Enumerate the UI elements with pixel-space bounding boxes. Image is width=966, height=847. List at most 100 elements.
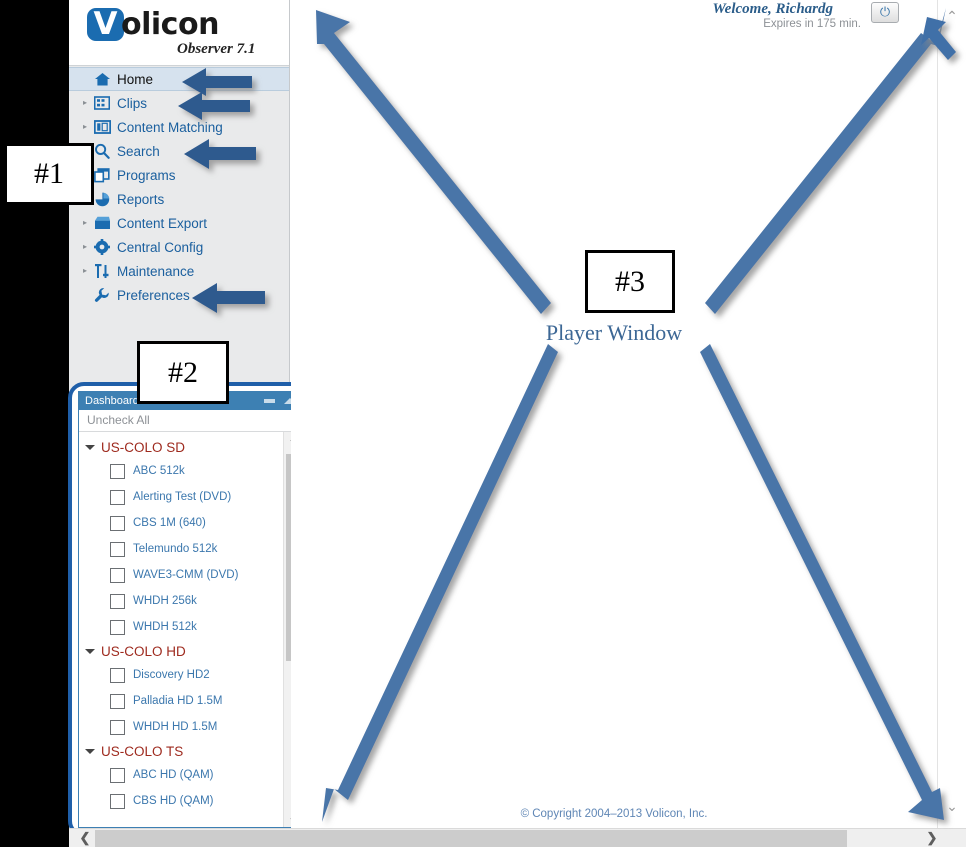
channel-row[interactable]: Palladia HD 1.5M <box>79 688 275 714</box>
channel-checkbox[interactable] <box>110 667 125 683</box>
sidebar-item-label: Clips <box>117 95 148 111</box>
chevron-left-icon[interactable]: ❮ <box>73 829 97 847</box>
brand-logo: V olicon Observer 7.1 <box>87 6 277 57</box>
channel-checkbox[interactable] <box>110 793 125 809</box>
channel-group-header[interactable]: US-COLO HD <box>79 640 275 662</box>
sliders-icon <box>91 261 113 281</box>
sidebar-item-label: Content Matching <box>117 119 223 135</box>
sidebar-item-label: Home <box>117 71 154 87</box>
callout-badge-2: #2 <box>137 341 229 404</box>
expand-triangle-icon[interactable]: ▸ <box>79 217 91 229</box>
brand-name-text: olicon <box>121 7 219 42</box>
copyright-notice: © Copyright 2004–2013 Volicon, Inc. <box>520 808 708 820</box>
brand-logo-area: V olicon Observer 7.1 <box>69 0 289 66</box>
minimize-icon[interactable] <box>264 399 275 403</box>
sidebar-item-maintenance[interactable]: ▸ Maintenance <box>69 259 289 283</box>
channel-row[interactable]: ABC 512k <box>79 458 275 484</box>
chevron-up-icon[interactable]: ⌃ <box>938 6 966 26</box>
volicon-v-mark: V <box>87 8 124 41</box>
channel-group-label: US-COLO HD <box>101 643 186 659</box>
channel-checkbox[interactable] <box>110 463 125 479</box>
sidebar-item-preferences[interactable]: Preferences <box>69 283 289 307</box>
expand-triangle-icon[interactable]: ▸ <box>79 265 91 277</box>
sidebar-item-clips[interactable]: ▸ Clips <box>69 91 289 115</box>
sidebar-item-label: Reports <box>117 191 165 207</box>
channel-row[interactable]: ABC HD (QAM) <box>79 762 275 788</box>
chevron-right-icon[interactable]: ❯ <box>920 829 944 847</box>
sidebar-item-programs[interactable]: Programs <box>69 163 289 187</box>
power-icon[interactable]: ⏻ <box>871 2 899 23</box>
channel-row[interactable]: CBS 1M (640) <box>79 510 275 536</box>
channel-row[interactable]: WHDH HD 1.5M <box>79 714 275 740</box>
channel-label: Telemundo 512k <box>133 543 218 555</box>
channel-row[interactable]: Telemundo 512k <box>79 536 275 562</box>
scrollbar-corner <box>946 829 966 847</box>
page-vertical-scrollbar[interactable]: ⌃ ⌄ <box>937 0 966 828</box>
channel-group-header[interactable]: US-COLO SD <box>79 436 275 458</box>
channel-checkbox[interactable] <box>110 767 125 783</box>
dashboard-panel: Dashboard Uncheck All US-COLO SD ABC 512k… <box>68 382 310 837</box>
page-horizontal-scrollbar[interactable]: ❮ ❯ <box>69 828 966 847</box>
main-navigation: Home ▸ Clips ▸ Content Matching Search Program… <box>69 67 289 307</box>
sidebar-item-label: Programs <box>117 167 176 183</box>
channel-row[interactable]: WHDH 256k <box>79 588 275 614</box>
callout-badge-3: #3 <box>585 250 675 313</box>
chevron-down-icon[interactable]: ⌄ <box>938 796 966 816</box>
channel-checkbox[interactable] <box>110 693 125 709</box>
collapse-triangle-icon[interactable] <box>85 748 95 754</box>
dashboard-title-label: Dashboard <box>85 395 139 407</box>
channel-checkbox[interactable] <box>110 719 125 735</box>
sidebar-item-content-matching[interactable]: ▸ Content Matching <box>69 115 289 139</box>
player-window-label: Player Window <box>545 320 683 345</box>
application-window: V olicon Observer 7.1 Home ▸ Clips ▸ Content… <box>0 0 966 847</box>
channel-row[interactable]: WAVE3-CMM (DVD) <box>79 562 275 588</box>
channel-label: WHDH HD 1.5M <box>133 721 218 733</box>
nav-spacer <box>79 73 91 85</box>
sidebar-item-search[interactable]: Search <box>69 139 289 163</box>
sidebar-item-content-export[interactable]: ▸ Content Export <box>69 211 289 235</box>
callout-badge-1: #1 <box>4 143 94 205</box>
channel-checkbox[interactable] <box>110 489 125 505</box>
volicon-v-letter: V <box>93 6 118 42</box>
nav-spacer <box>79 289 91 301</box>
export-clapper-icon <box>91 213 113 233</box>
collapse-triangle-icon[interactable] <box>85 444 95 450</box>
uncheck-all-label[interactable]: Uncheck All <box>79 410 301 431</box>
channel-row[interactable]: WHDH 512k <box>79 614 275 640</box>
sidebar-item-central-config[interactable]: ▸ Central Config <box>69 235 289 259</box>
channel-label: WAVE3-CMM (DVD) <box>133 569 239 581</box>
sidebar-item-reports[interactable]: ▸Reports <box>69 187 289 211</box>
film-strip-icon <box>91 93 113 113</box>
uncheck-all-row[interactable]: Uncheck All <box>79 410 301 432</box>
collapse-triangle-icon[interactable] <box>85 648 95 654</box>
channel-checkbox[interactable] <box>110 515 125 531</box>
sidebar-item-home[interactable]: Home <box>69 67 289 91</box>
dashboard-panel-body: Dashboard Uncheck All US-COLO SD ABC 512k… <box>78 391 302 828</box>
sidebar-item-label: Search <box>117 143 160 159</box>
channel-row[interactable]: CBS HD (QAM) <box>79 788 275 814</box>
channel-checkbox[interactable] <box>110 567 125 583</box>
channel-row[interactable]: Alerting Test (DVD) <box>79 484 275 510</box>
channel-group-label: US-COLO SD <box>101 439 186 455</box>
channel-checkbox[interactable] <box>110 619 125 635</box>
wrench-icon <box>91 285 113 305</box>
sidebar-item-label: Content Export <box>117 215 208 231</box>
pie-chart-icon <box>91 189 113 209</box>
welcome-message: Welcome, Richardg <box>712 1 833 17</box>
channel-label: Alerting Test (DVD) <box>133 491 232 503</box>
sidebar-item-label: Maintenance <box>117 263 195 279</box>
channel-label: Palladia HD 1.5M <box>133 695 223 707</box>
channel-row[interactable]: Discovery HD2 <box>79 662 275 688</box>
channel-checkbox[interactable] <box>110 541 125 557</box>
expand-triangle-icon[interactable]: ▸ <box>79 121 91 133</box>
programs-icon <box>91 165 113 185</box>
session-expiry-label: Expires in 175 min. <box>763 18 861 30</box>
main-content-area: Welcome, Richardg Expires in 175 min. ⏻ … <box>291 0 937 828</box>
channel-label: ABC HD (QAM) <box>133 769 214 781</box>
channel-checkbox[interactable] <box>110 593 125 609</box>
expand-triangle-icon[interactable]: ▸ <box>79 97 91 109</box>
home-icon <box>91 69 113 89</box>
horizontal-scrollbar-thumb[interactable] <box>95 830 847 847</box>
expand-triangle-icon[interactable]: ▸ <box>79 241 91 253</box>
channel-group-header[interactable]: US-COLO TS <box>79 740 275 762</box>
